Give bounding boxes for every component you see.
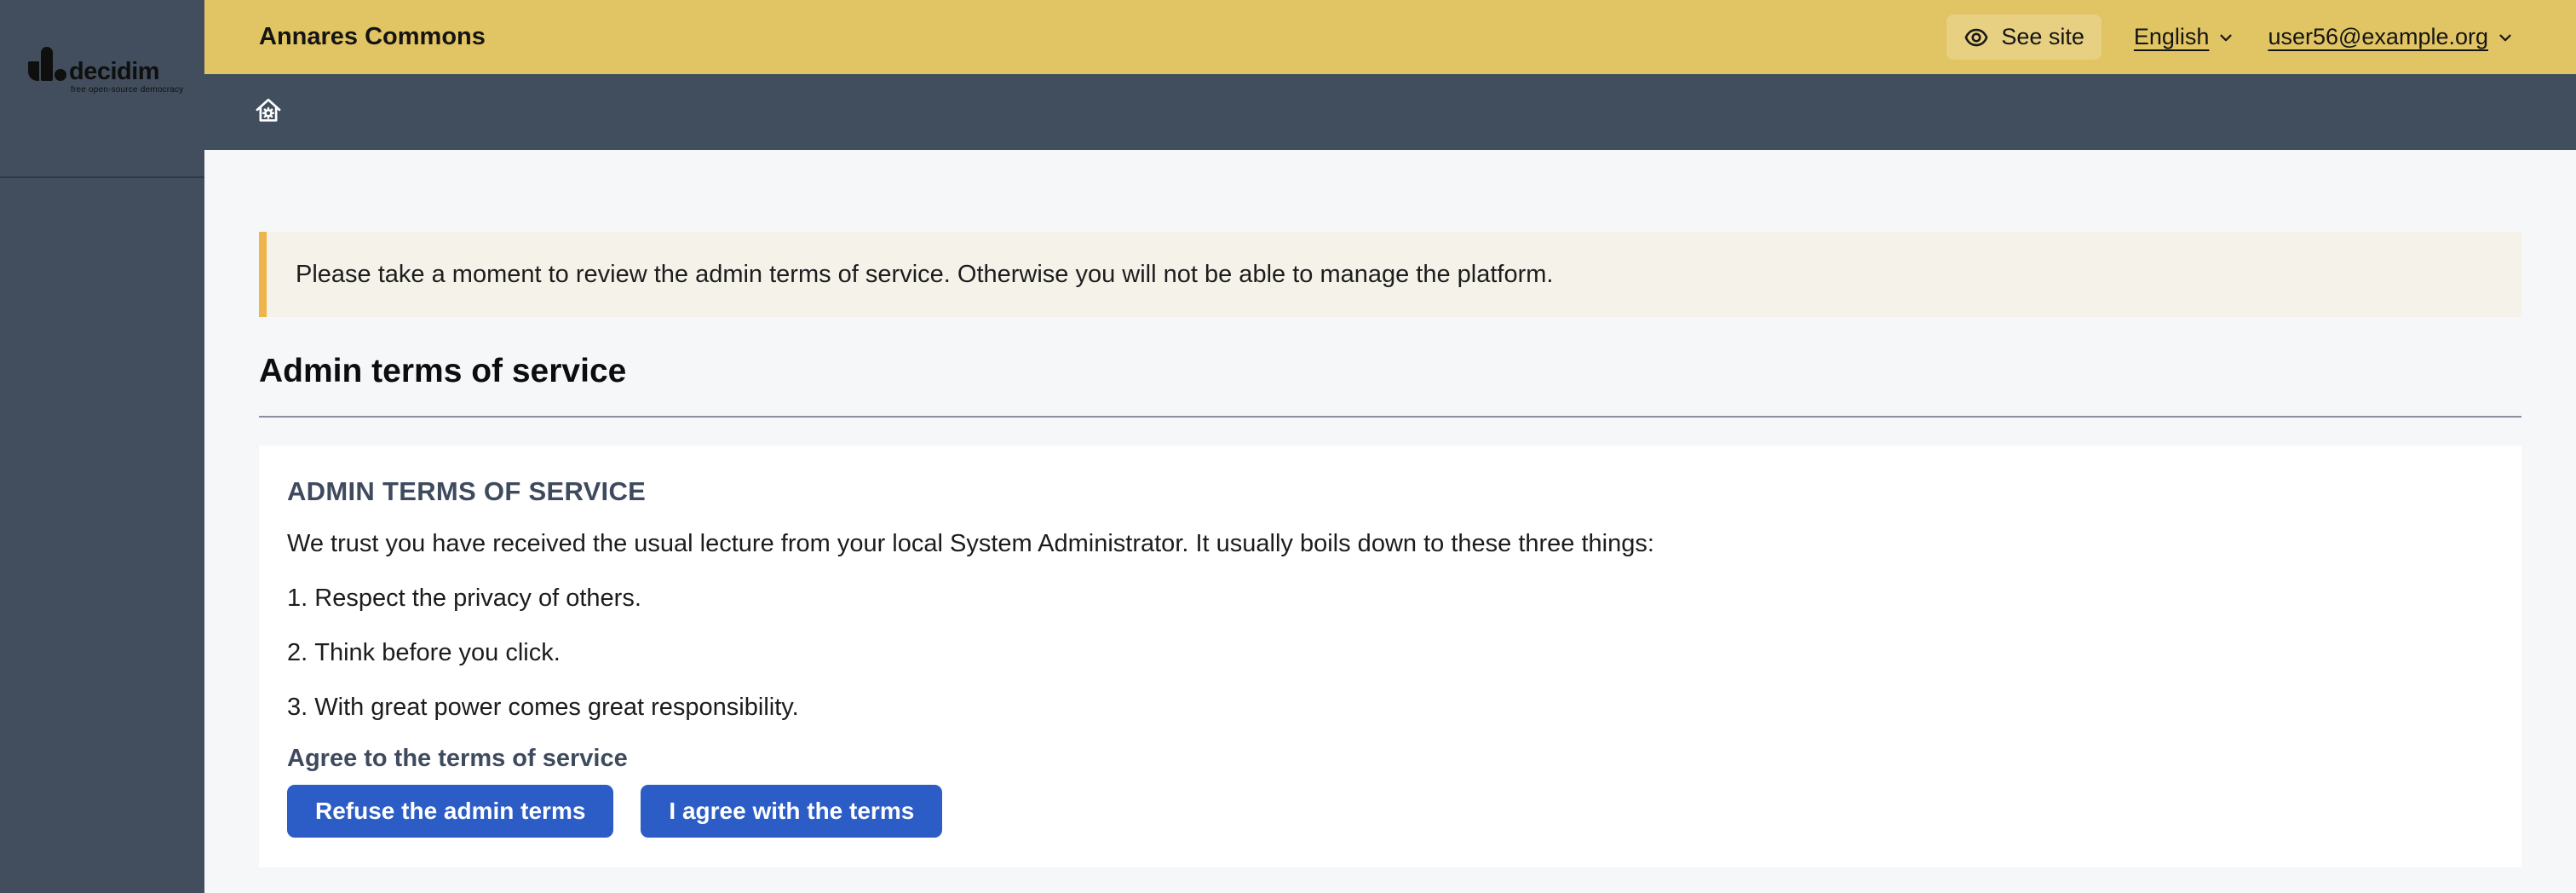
chevron-down-icon — [2496, 28, 2515, 47]
admin-sidebar: decidim free open-source democracy — [0, 0, 204, 893]
language-label: English — [2134, 24, 2210, 50]
decidim-logo-tagline: free open-source democracy — [71, 85, 184, 95]
terms-list-item: With great power comes great responsibil… — [287, 693, 2493, 722]
terms-card-heading: ADMIN TERMS OF SERVICE — [287, 476, 2493, 507]
home-gear-icon — [253, 95, 284, 130]
language-dropdown[interactable]: English — [2134, 24, 2236, 50]
agree-terms-button[interactable]: I agree with the terms — [641, 785, 942, 838]
terms-list: Respect the privacy of others. Think bef… — [287, 584, 2493, 722]
main-content: Please take a moment to review the admin… — [204, 150, 2576, 893]
agree-heading: Agree to the terms of service — [287, 744, 2493, 773]
top-bar-menu: See site English user56@example.org — [1946, 14, 2515, 60]
decidim-logo-text: decidim — [69, 58, 159, 86]
decidim-logo-mark — [28, 61, 39, 81]
terms-card: ADMIN TERMS OF SERVICE We trust you have… — [259, 446, 2521, 867]
see-site-button[interactable]: See site — [1946, 14, 2102, 60]
alert-message: Please take a moment to review the admin… — [296, 261, 1553, 289]
terms-list-item: Respect the privacy of others. — [287, 584, 2493, 613]
refuse-terms-button[interactable]: Refuse the admin terms — [287, 785, 613, 838]
title-divider — [259, 416, 2521, 418]
decidim-logo-mark — [41, 47, 53, 81]
admin-terms-alert: Please take a moment to review the admin… — [259, 232, 2521, 317]
secondary-nav-bar — [204, 74, 2576, 150]
user-account-dropdown[interactable]: user56@example.org — [2268, 24, 2515, 50]
sidebar-divider — [0, 176, 204, 178]
see-site-label: See site — [2001, 24, 2084, 50]
terms-list-item: Think before you click. — [287, 638, 2493, 667]
admin-home-button[interactable] — [253, 95, 284, 130]
terms-actions: Refuse the admin terms I agree with the … — [287, 785, 2493, 838]
top-bar: Annares Commons See site English user56@… — [204, 0, 2576, 74]
decidim-logo-mark — [55, 69, 66, 81]
terms-intro-text: We trust you have received the usual lec… — [287, 529, 2493, 558]
page-title: Admin terms of service — [259, 351, 2521, 392]
eye-icon — [1964, 25, 1989, 50]
chevron-down-icon — [2217, 28, 2235, 47]
organization-title: Annares Commons — [259, 23, 486, 51]
decidim-logo[interactable]: decidim free open-source democracy — [0, 0, 204, 111]
user-email-label: user56@example.org — [2268, 24, 2488, 50]
